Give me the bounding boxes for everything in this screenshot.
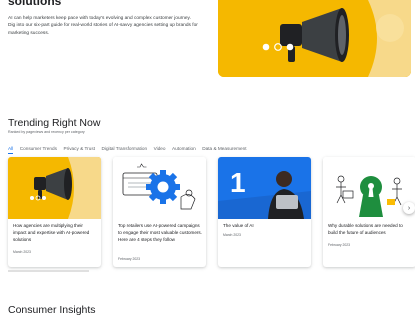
chevron-right-icon: › — [407, 204, 411, 212]
article-card[interactable]: Top retailers use AI-powered campaigns t… — [113, 157, 206, 267]
megaphone-icon — [8, 157, 101, 219]
article-card[interactable]: Why durable solutions are needed to buil… — [323, 157, 415, 267]
card-title: The value of AI — [223, 223, 254, 228]
card-date: February 2023 — [118, 257, 141, 261]
card-title: How agencies are multiplying their impac… — [13, 223, 90, 242]
tab-automation[interactable]: Automation — [172, 146, 196, 152]
carousel-next-button[interactable]: › — [403, 202, 415, 214]
gear-icon — [113, 157, 206, 219]
carousel-progress — [8, 270, 89, 272]
card-date: March 2023 — [13, 250, 31, 254]
card-title: Why durable solutions are needed to buil… — [328, 223, 403, 235]
tab-video[interactable]: Video — [154, 146, 166, 152]
section-subtitle-trending: Ranked by pageviews and recency per cate… — [8, 129, 85, 134]
tab-all[interactable]: All — [8, 146, 13, 152]
card-date: March 2023 — [223, 233, 241, 237]
tab-privacy-trust[interactable]: Privacy & Trust — [63, 146, 95, 152]
category-tabs: All Consumer Trends Privacy & Trust Digi… — [8, 146, 253, 156]
article-card[interactable]: 1 The value of AI March 2023 — [218, 157, 311, 267]
hero-title: solutions — [8, 0, 62, 8]
active-tab-indicator — [8, 153, 13, 154]
tab-consumer-trends[interactable]: Consumer Trends — [20, 146, 57, 152]
svg-text:1: 1 — [230, 167, 246, 198]
article-card[interactable]: How agencies are multiplying their impac… — [8, 157, 101, 267]
section-title-trending: Trending Right Now — [8, 117, 101, 129]
tab-digital-transformation[interactable]: Digital Transformation — [102, 146, 148, 152]
card-date: February 2023 — [328, 243, 351, 247]
card-title: Top retailers use AI-powered campaigns t… — [118, 223, 203, 242]
hero-image[interactable] — [218, 0, 411, 77]
card-image: 1 — [218, 157, 311, 219]
card-image — [323, 157, 415, 219]
card-image — [8, 157, 101, 219]
card-image — [113, 157, 206, 219]
megaphone-icon — [218, 0, 411, 77]
section-title-consumer-insights: Consumer Insights — [8, 304, 96, 316]
hero-description: AI can help marketers keep pace with tod… — [8, 16, 198, 36]
tab-data-measurement[interactable]: Data & Measurement — [202, 146, 246, 152]
